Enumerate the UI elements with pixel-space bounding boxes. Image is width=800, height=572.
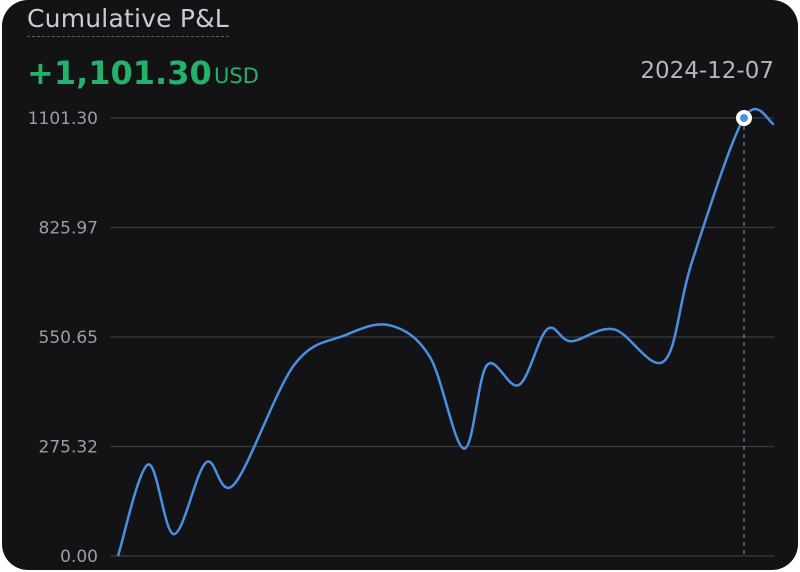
highlight-point-center [740, 114, 748, 122]
y-tick-label: 550.65 [39, 328, 98, 348]
series-line [116, 107, 775, 557]
y-tick-label: 0.00 [60, 547, 98, 567]
y-tick-label: 1101.30 [28, 109, 98, 129]
pnl-line-chart[interactable]: 0.00 275.32 550.65 825.97 1101.30 [2, 0, 798, 570]
y-tick-label: 825.97 [39, 219, 98, 239]
pnl-card: Cumulative P&L +1,101.30 USD 2024-12-07 … [2, 0, 798, 570]
y-tick-label: 275.32 [39, 438, 98, 458]
y-tick-labels: 0.00 275.32 550.65 825.97 1101.30 [28, 109, 98, 567]
